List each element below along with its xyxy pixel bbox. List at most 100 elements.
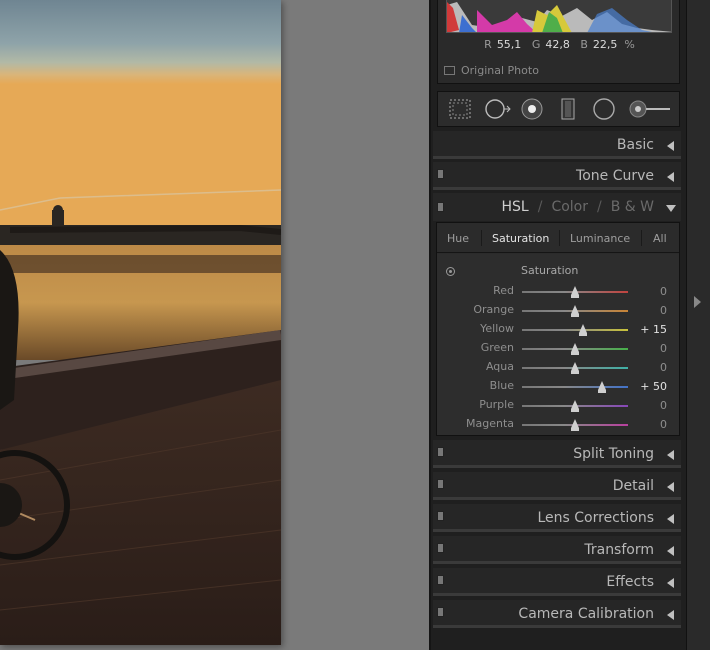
section-basic-title: Basic bbox=[616, 137, 654, 153]
section-lens-corrections-title: Lens Corrections bbox=[537, 510, 654, 526]
section-camera-calibration[interactable]: Camera Calibration bbox=[433, 600, 681, 628]
expand-triangle-icon bbox=[667, 546, 674, 556]
rgb-readout: R 55,1 G 42,8 B 22,5% bbox=[438, 38, 681, 51]
slider-label: Green bbox=[480, 341, 514, 354]
original-photo-checkbox[interactable] bbox=[444, 66, 455, 75]
g-label: G bbox=[531, 38, 541, 51]
section-transform[interactable]: Transform bbox=[433, 536, 681, 564]
slider-value[interactable]: 0 bbox=[660, 399, 667, 412]
panel-edge[interactable] bbox=[686, 0, 710, 650]
slider-value[interactable]: 0 bbox=[660, 304, 667, 317]
photo-preview[interactable] bbox=[0, 0, 281, 645]
toggle-switch-icon[interactable] bbox=[437, 543, 444, 553]
tab-divider bbox=[481, 230, 482, 246]
section-effects-title: Effects bbox=[606, 574, 654, 590]
slider-value[interactable]: + 15 bbox=[640, 323, 667, 336]
expand-triangle-icon bbox=[667, 578, 674, 588]
slider-row-magenta: Magenta 0 bbox=[437, 415, 679, 434]
graduated-filter-icon[interactable] bbox=[556, 97, 580, 121]
tab-saturation[interactable]: Saturation bbox=[492, 232, 549, 245]
toggle-switch-icon[interactable] bbox=[437, 169, 444, 179]
toggle-switch-icon[interactable] bbox=[437, 479, 444, 489]
slider-thumb[interactable] bbox=[571, 400, 579, 412]
tab-divider bbox=[641, 230, 642, 246]
tab-all[interactable]: All bbox=[653, 232, 667, 245]
hsl-mode-color[interactable]: Color bbox=[551, 199, 588, 215]
section-split-toning-title: Split Toning bbox=[573, 446, 654, 462]
toggle-switch-icon[interactable] bbox=[437, 447, 444, 457]
slider-thumb[interactable] bbox=[571, 305, 579, 317]
collapse-panel-arrow-icon[interactable] bbox=[694, 296, 701, 308]
crop-overlay-icon[interactable] bbox=[448, 97, 472, 121]
spot-removal-icon[interactable] bbox=[484, 97, 511, 121]
toggle-switch-icon[interactable] bbox=[437, 202, 444, 212]
hsl-panel-body: Hue Saturation Luminance All Saturation … bbox=[436, 222, 680, 436]
slider-row-red: Red 0 bbox=[437, 282, 679, 301]
section-detail[interactable]: Detail bbox=[433, 472, 681, 500]
slider-label: Magenta bbox=[465, 417, 514, 430]
toggle-switch-icon[interactable] bbox=[437, 607, 444, 617]
slider-value[interactable]: 0 bbox=[660, 418, 667, 431]
expand-triangle-icon bbox=[667, 482, 674, 492]
slider-thumb[interactable] bbox=[597, 381, 606, 393]
g-value: 42,8 bbox=[545, 38, 570, 51]
slider-track[interactable] bbox=[522, 386, 628, 388]
slider-row-aqua: Aqua 0 bbox=[437, 358, 679, 377]
tab-divider bbox=[559, 230, 560, 246]
slider-thumb[interactable] bbox=[578, 324, 587, 336]
section-hsl[interactable]: HSL / Color / B & W bbox=[433, 193, 681, 221]
section-basic[interactable]: Basic bbox=[433, 131, 681, 159]
section-lens-corrections[interactable]: Lens Corrections bbox=[433, 504, 681, 532]
radial-filter-icon[interactable] bbox=[592, 97, 616, 121]
section-split-toning[interactable]: Split Toning bbox=[433, 440, 681, 468]
slider-track[interactable] bbox=[522, 329, 628, 331]
slider-label: Yellow bbox=[480, 322, 514, 335]
hsl-separator: / bbox=[537, 199, 543, 215]
slider-value[interactable]: 0 bbox=[660, 285, 667, 298]
red-eye-correction-icon[interactable] bbox=[520, 97, 544, 121]
slider-row-yellow: Yellow + 15 bbox=[437, 320, 679, 339]
slider-row-blue: Blue + 50 bbox=[437, 377, 679, 396]
slider-label: Aqua bbox=[485, 360, 514, 373]
slider-label: Orange bbox=[473, 303, 514, 316]
toggle-switch-icon[interactable] bbox=[437, 511, 444, 521]
slider-value[interactable]: + 50 bbox=[640, 380, 667, 393]
saturation-subtitle: Saturation bbox=[521, 264, 579, 277]
slider-row-purple: Purple 0 bbox=[437, 396, 679, 415]
hsl-separator: / bbox=[597, 199, 602, 215]
targeted-adjustment-icon[interactable] bbox=[446, 267, 455, 276]
slider-thumb[interactable] bbox=[571, 343, 579, 355]
slider-thumb[interactable] bbox=[571, 362, 579, 374]
expand-triangle-icon bbox=[667, 514, 674, 524]
slider-label: Red bbox=[493, 284, 514, 297]
tab-hue[interactable]: Hue bbox=[447, 232, 469, 245]
hsl-tabs: Hue Saturation Luminance All bbox=[437, 223, 679, 253]
slider-row-green: Green 0 bbox=[437, 339, 679, 358]
hsl-mode-hsl[interactable]: HSL bbox=[502, 199, 529, 215]
expand-triangle-icon bbox=[667, 610, 674, 620]
section-effects[interactable]: Effects bbox=[433, 568, 681, 596]
slider-value[interactable]: 0 bbox=[660, 342, 667, 355]
saturation-controls: Saturation Red 0 Orange 0 Yellow + 15 Green 0 Aq… bbox=[437, 254, 679, 435]
tool-strip bbox=[437, 91, 680, 127]
slider-thumb[interactable] bbox=[571, 419, 579, 431]
tab-luminance[interactable]: Luminance bbox=[570, 232, 630, 245]
original-photo-label: Original Photo bbox=[461, 64, 539, 77]
section-transform-title: Transform bbox=[584, 542, 654, 558]
slider-label: Blue bbox=[489, 379, 514, 392]
slider-label: Purple bbox=[479, 398, 514, 411]
hsl-mode-bw[interactable]: B & W bbox=[611, 199, 654, 215]
original-photo-toggle[interactable]: Original Photo bbox=[444, 64, 539, 77]
slider-value[interactable]: 0 bbox=[660, 361, 667, 374]
adjustment-brush-icon[interactable] bbox=[628, 97, 672, 121]
section-tone-curve-title: Tone Curve bbox=[576, 168, 654, 184]
section-camera-calibration-title: Camera Calibration bbox=[518, 606, 654, 622]
expand-triangle-icon bbox=[667, 141, 674, 151]
r-value: 55,1 bbox=[496, 38, 522, 51]
slider-thumb[interactable] bbox=[571, 286, 579, 298]
toggle-switch-icon[interactable] bbox=[437, 575, 444, 585]
b-label: B bbox=[580, 38, 588, 51]
section-tone-curve[interactable]: Tone Curve bbox=[433, 162, 681, 190]
r-label: R bbox=[484, 38, 492, 51]
histogram-graph[interactable] bbox=[446, 0, 672, 33]
